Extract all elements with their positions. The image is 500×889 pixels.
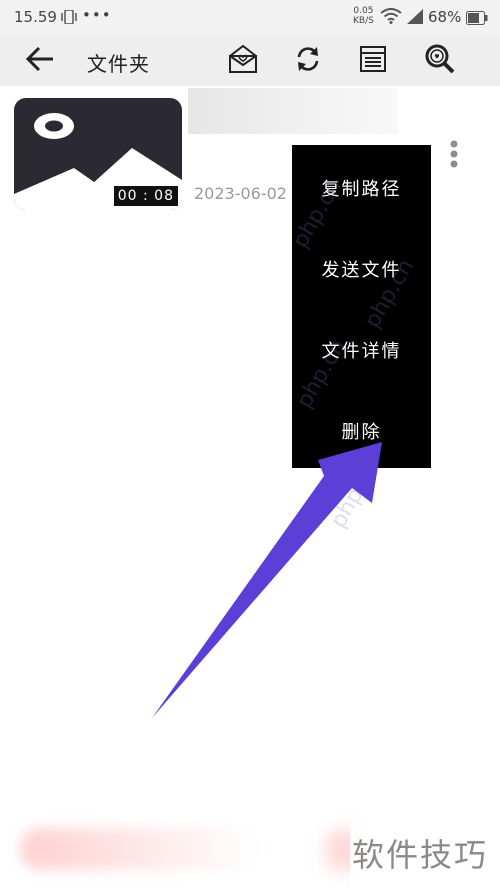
battery-icon bbox=[466, 10, 488, 29]
context-menu: 复制路径 发送文件 文件详情 删除 bbox=[292, 145, 431, 468]
menu-item-delete[interactable]: 删除 bbox=[292, 418, 431, 444]
back-arrow-icon bbox=[25, 46, 55, 76]
list-window-icon bbox=[359, 45, 387, 77]
list-window-button[interactable] bbox=[355, 43, 391, 79]
refresh-button[interactable] bbox=[290, 43, 326, 79]
more-options-button[interactable] bbox=[444, 138, 464, 172]
network-speed: 0.05 KB/S bbox=[353, 6, 374, 26]
video-duration: 00 : 08 bbox=[113, 186, 178, 206]
network-speed-unit: KB/S bbox=[353, 16, 374, 26]
vibrate-icon bbox=[61, 9, 77, 28]
app-bar: 文件夹 bbox=[0, 36, 500, 86]
file-thumbnail[interactable]: 00 : 08 bbox=[14, 98, 182, 210]
back-button[interactable] bbox=[22, 43, 58, 79]
file-date: 2023-06-02 bbox=[194, 184, 287, 203]
wifi-icon bbox=[380, 8, 402, 28]
more-vertical-icon bbox=[450, 140, 458, 168]
file-name-blurred bbox=[188, 88, 398, 134]
envelope-heart-icon bbox=[227, 44, 259, 78]
status-time: 15.59 bbox=[14, 8, 57, 26]
menu-item-file-details[interactable]: 文件详情 bbox=[292, 337, 431, 363]
mail-button[interactable] bbox=[225, 43, 261, 79]
notification-dots: ••• bbox=[82, 6, 112, 24]
search-button[interactable] bbox=[422, 43, 458, 79]
refresh-icon bbox=[293, 44, 323, 78]
page-title: 文件夹 bbox=[87, 52, 150, 76]
blurred-banner bbox=[20, 828, 260, 870]
signal-icon bbox=[406, 8, 424, 28]
battery-percent: 68% bbox=[428, 8, 462, 26]
corner-watermark: 软件技巧 bbox=[352, 836, 489, 874]
network-speed-value: 0.05 bbox=[353, 6, 374, 16]
status-bar: 15.59 ••• 0.05 KB/S 68% bbox=[0, 0, 500, 36]
search-heart-icon bbox=[424, 43, 456, 79]
